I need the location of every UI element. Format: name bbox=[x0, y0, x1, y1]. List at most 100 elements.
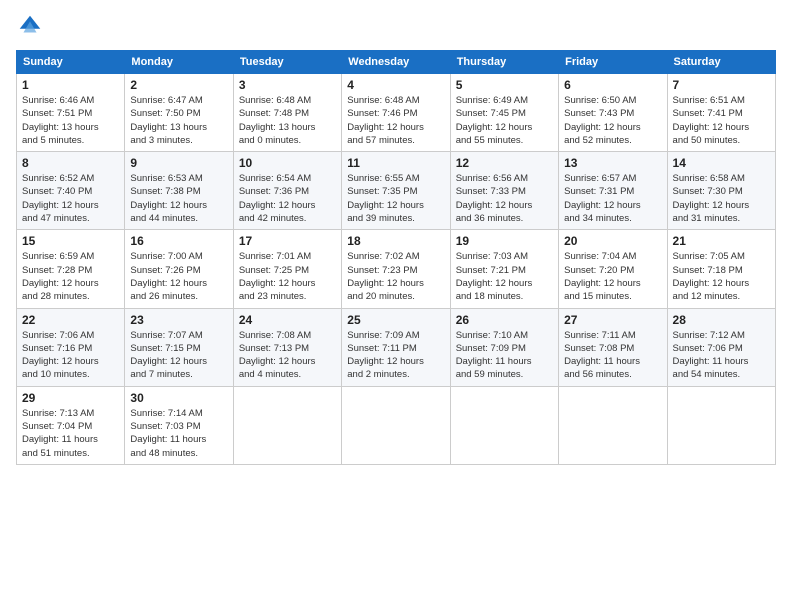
day-number-1: 1 bbox=[22, 78, 119, 92]
calendar-day-12: 12 Sunrise: 6:56 AMSunset: 7:33 PMDayligh… bbox=[450, 152, 558, 230]
calendar-day-1: 1Sunrise: 6:46 AMSunset: 7:51 PMDaylight… bbox=[17, 74, 125, 152]
day-detail-15: Sunrise: 6:59 AMSunset: 7:28 PMDaylight:… bbox=[22, 250, 119, 303]
day-number-19: 19 bbox=[456, 234, 553, 248]
calendar-day-16: 16 Sunrise: 7:00 AMSunset: 7:26 PMDayligh… bbox=[125, 230, 233, 308]
day-detail-16: Sunrise: 7:00 AMSunset: 7:26 PMDaylight:… bbox=[130, 250, 227, 303]
calendar-day-25: 25 Sunrise: 7:09 AMSunset: 7:11 PMDayligh… bbox=[342, 308, 450, 386]
calendar-week-4: 22Sunrise: 7:06 AMSunset: 7:16 PMDayligh… bbox=[17, 308, 776, 386]
day-number-8: 8 bbox=[22, 156, 119, 170]
day-detail-30: Sunrise: 7:14 AMSunset: 7:03 PMDaylight:… bbox=[130, 407, 227, 460]
day-detail-9: Sunrise: 6:53 AMSunset: 7:38 PMDaylight:… bbox=[130, 172, 227, 225]
calendar-day-15: 15 Sunrise: 6:59 AMSunset: 7:28 PMDayligh… bbox=[17, 230, 125, 308]
calendar-day-9: 9 Sunrise: 6:53 AMSunset: 7:38 PMDaylight… bbox=[125, 152, 233, 230]
day-number-17: 17 bbox=[239, 234, 336, 248]
day-detail-25: Sunrise: 7:09 AMSunset: 7:11 PMDaylight:… bbox=[347, 329, 444, 382]
calendar-day-10: 10 Sunrise: 6:54 AMSunset: 7:36 PMDayligh… bbox=[233, 152, 341, 230]
day-number-14: 14 bbox=[673, 156, 770, 170]
day-number-10: 10 bbox=[239, 156, 336, 170]
weekday-header-wednesday: Wednesday bbox=[342, 51, 450, 74]
day-number-4: 4 bbox=[347, 78, 444, 92]
calendar-week-3: 15 Sunrise: 6:59 AMSunset: 7:28 PMDayligh… bbox=[17, 230, 776, 308]
day-detail-18: Sunrise: 7:02 AMSunset: 7:23 PMDaylight:… bbox=[347, 250, 444, 303]
day-number-16: 16 bbox=[130, 234, 227, 248]
calendar-day-20: 20 Sunrise: 7:04 AMSunset: 7:20 PMDayligh… bbox=[559, 230, 667, 308]
calendar-week-1: 1Sunrise: 6:46 AMSunset: 7:51 PMDaylight… bbox=[17, 74, 776, 152]
day-number-21: 21 bbox=[673, 234, 770, 248]
weekday-header-sunday: Sunday bbox=[17, 51, 125, 74]
day-detail-20: Sunrise: 7:04 AMSunset: 7:20 PMDaylight:… bbox=[564, 250, 661, 303]
day-detail-26: Sunrise: 7:10 AMSunset: 7:09 PMDaylight:… bbox=[456, 329, 553, 382]
page: SundayMondayTuesdayWednesdayThursdayFrid… bbox=[0, 0, 792, 612]
day-number-23: 23 bbox=[130, 313, 227, 327]
day-detail-3: Sunrise: 6:48 AMSunset: 7:48 PMDaylight:… bbox=[239, 94, 336, 147]
weekday-header-monday: Monday bbox=[125, 51, 233, 74]
day-number-25: 25 bbox=[347, 313, 444, 327]
calendar-day-19: 19 Sunrise: 7:03 AMSunset: 7:21 PMDayligh… bbox=[450, 230, 558, 308]
calendar-day-29: 29 Sunrise: 7:13 AMSunset: 7:04 PMDayligh… bbox=[17, 386, 125, 464]
calendar-day-27: 27 Sunrise: 7:11 AMSunset: 7:08 PMDayligh… bbox=[559, 308, 667, 386]
day-detail-4: Sunrise: 6:48 AMSunset: 7:46 PMDaylight:… bbox=[347, 94, 444, 147]
day-detail-7: Sunrise: 6:51 AMSunset: 7:41 PMDaylight:… bbox=[673, 94, 770, 147]
day-detail-23: Sunrise: 7:07 AMSunset: 7:15 PMDaylight:… bbox=[130, 329, 227, 382]
day-number-13: 13 bbox=[564, 156, 661, 170]
empty-cell bbox=[342, 386, 450, 464]
day-detail-14: Sunrise: 6:58 AMSunset: 7:30 PMDaylight:… bbox=[673, 172, 770, 225]
day-number-2: 2 bbox=[130, 78, 227, 92]
day-detail-27: Sunrise: 7:11 AMSunset: 7:08 PMDaylight:… bbox=[564, 329, 661, 382]
calendar-day-13: 13 Sunrise: 6:57 AMSunset: 7:31 PMDayligh… bbox=[559, 152, 667, 230]
calendar-day-2: 2Sunrise: 6:47 AMSunset: 7:50 PMDaylight… bbox=[125, 74, 233, 152]
day-number-26: 26 bbox=[456, 313, 553, 327]
calendar-week-5: 29 Sunrise: 7:13 AMSunset: 7:04 PMDayligh… bbox=[17, 386, 776, 464]
day-number-24: 24 bbox=[239, 313, 336, 327]
calendar-day-6: 6 Sunrise: 6:50 AMSunset: 7:43 PMDaylight… bbox=[559, 74, 667, 152]
calendar-day-7: 7 Sunrise: 6:51 AMSunset: 7:41 PMDaylight… bbox=[667, 74, 775, 152]
day-number-7: 7 bbox=[673, 78, 770, 92]
empty-cell bbox=[667, 386, 775, 464]
calendar-day-23: 23 Sunrise: 7:07 AMSunset: 7:15 PMDayligh… bbox=[125, 308, 233, 386]
day-detail-21: Sunrise: 7:05 AMSunset: 7:18 PMDaylight:… bbox=[673, 250, 770, 303]
day-number-3: 3 bbox=[239, 78, 336, 92]
day-detail-12: Sunrise: 6:56 AMSunset: 7:33 PMDaylight:… bbox=[456, 172, 553, 225]
calendar-day-8: 8 Sunrise: 6:52 AMSunset: 7:40 PMDaylight… bbox=[17, 152, 125, 230]
calendar-day-11: 11 Sunrise: 6:55 AMSunset: 7:35 PMDayligh… bbox=[342, 152, 450, 230]
calendar-table: SundayMondayTuesdayWednesdayThursdayFrid… bbox=[16, 50, 776, 465]
calendar-day-28: 28 Sunrise: 7:12 AMSunset: 7:06 PMDayligh… bbox=[667, 308, 775, 386]
logo bbox=[16, 12, 48, 40]
day-detail-11: Sunrise: 6:55 AMSunset: 7:35 PMDaylight:… bbox=[347, 172, 444, 225]
calendar-day-3: 3 Sunrise: 6:48 AMSunset: 7:48 PMDaylight… bbox=[233, 74, 341, 152]
day-number-20: 20 bbox=[564, 234, 661, 248]
calendar-day-17: 17 Sunrise: 7:01 AMSunset: 7:25 PMDayligh… bbox=[233, 230, 341, 308]
day-number-9: 9 bbox=[130, 156, 227, 170]
day-number-6: 6 bbox=[564, 78, 661, 92]
day-number-28: 28 bbox=[673, 313, 770, 327]
calendar-day-22: 22Sunrise: 7:06 AMSunset: 7:16 PMDayligh… bbox=[17, 308, 125, 386]
day-number-18: 18 bbox=[347, 234, 444, 248]
weekday-header-tuesday: Tuesday bbox=[233, 51, 341, 74]
day-number-15: 15 bbox=[22, 234, 119, 248]
day-detail-6: Sunrise: 6:50 AMSunset: 7:43 PMDaylight:… bbox=[564, 94, 661, 147]
day-number-11: 11 bbox=[347, 156, 444, 170]
day-detail-19: Sunrise: 7:03 AMSunset: 7:21 PMDaylight:… bbox=[456, 250, 553, 303]
calendar-day-4: 4 Sunrise: 6:48 AMSunset: 7:46 PMDaylight… bbox=[342, 74, 450, 152]
day-detail-17: Sunrise: 7:01 AMSunset: 7:25 PMDaylight:… bbox=[239, 250, 336, 303]
calendar-day-24: 24 Sunrise: 7:08 AMSunset: 7:13 PMDayligh… bbox=[233, 308, 341, 386]
day-detail-24: Sunrise: 7:08 AMSunset: 7:13 PMDaylight:… bbox=[239, 329, 336, 382]
weekday-header-saturday: Saturday bbox=[667, 51, 775, 74]
day-detail-29: Sunrise: 7:13 AMSunset: 7:04 PMDaylight:… bbox=[22, 407, 119, 460]
empty-cell bbox=[559, 386, 667, 464]
calendar-day-21: 21 Sunrise: 7:05 AMSunset: 7:18 PMDayligh… bbox=[667, 230, 775, 308]
empty-cell bbox=[233, 386, 341, 464]
day-number-29: 29 bbox=[22, 391, 119, 405]
calendar-day-14: 14 Sunrise: 6:58 AMSunset: 7:30 PMDayligh… bbox=[667, 152, 775, 230]
day-detail-8: Sunrise: 6:52 AMSunset: 7:40 PMDaylight:… bbox=[22, 172, 119, 225]
day-number-30: 30 bbox=[130, 391, 227, 405]
header bbox=[16, 12, 776, 40]
calendar-week-2: 8 Sunrise: 6:52 AMSunset: 7:40 PMDaylight… bbox=[17, 152, 776, 230]
calendar-day-5: 5Sunrise: 6:49 AMSunset: 7:45 PMDaylight… bbox=[450, 74, 558, 152]
day-number-27: 27 bbox=[564, 313, 661, 327]
day-detail-13: Sunrise: 6:57 AMSunset: 7:31 PMDaylight:… bbox=[564, 172, 661, 225]
day-detail-28: Sunrise: 7:12 AMSunset: 7:06 PMDaylight:… bbox=[673, 329, 770, 382]
empty-cell bbox=[450, 386, 558, 464]
day-detail-10: Sunrise: 6:54 AMSunset: 7:36 PMDaylight:… bbox=[239, 172, 336, 225]
day-number-12: 12 bbox=[456, 156, 553, 170]
